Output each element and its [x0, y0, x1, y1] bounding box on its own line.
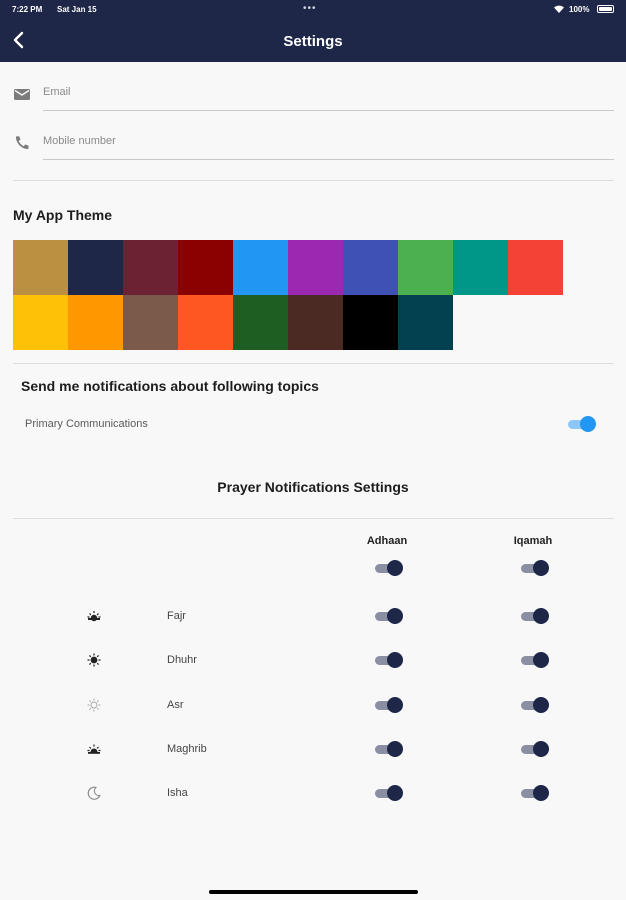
email-field[interactable]: Email — [0, 78, 626, 118]
sun-icon — [86, 652, 102, 668]
theme-swatch[interactable] — [13, 240, 68, 295]
theme-swatch[interactable] — [343, 295, 398, 350]
theme-swatch[interactable] — [288, 295, 343, 350]
sun-outline-icon — [86, 697, 102, 713]
theme-swatch[interactable] — [398, 295, 453, 350]
adhaan-toggle-fajr[interactable] — [373, 608, 403, 624]
iqamah-toggle-fajr[interactable] — [519, 608, 549, 624]
notifications-section-title: Send me notifications about following to… — [21, 378, 319, 394]
email-underline — [43, 110, 614, 111]
mail-icon — [14, 89, 30, 100]
status-time: 7:22 PM — [12, 5, 43, 14]
wifi-icon — [554, 5, 564, 13]
home-indicator — [209, 890, 418, 894]
theme-swatch[interactable] — [288, 240, 343, 295]
prayer-name-maghrib: Maghrib — [167, 743, 207, 755]
adhaan-toggle-maghrib[interactable] — [373, 741, 403, 757]
theme-swatch[interactable] — [178, 295, 233, 350]
page-title: Settings — [283, 33, 343, 50]
sunrise-icon — [86, 608, 102, 624]
iqamah-toggle-maghrib[interactable] — [519, 741, 549, 757]
prayer-name-isha: Isha — [167, 787, 188, 799]
status-date: Sat Jan 15 — [57, 5, 97, 14]
theme-swatch[interactable] — [453, 240, 508, 295]
theme-swatch[interactable] — [398, 240, 453, 295]
theme-swatch[interactable] — [233, 295, 288, 350]
iqamah-toggle-asr[interactable] — [519, 697, 549, 713]
adhaan-all-toggle[interactable] — [373, 560, 403, 576]
divider — [13, 518, 614, 519]
sunset-icon — [86, 741, 102, 757]
theme-swatch[interactable] — [508, 240, 563, 295]
prayer-name-dhuhr: Dhuhr — [167, 654, 197, 666]
status-bar: 7:22 PM Sat Jan 15 ••• 100% — [0, 0, 626, 20]
email-placeholder: Email — [43, 86, 71, 98]
primary-communications-toggle[interactable] — [566, 416, 596, 432]
mobile-underline — [43, 159, 614, 160]
adhaan-toggle-dhuhr[interactable] — [373, 652, 403, 668]
prayer-name-fajr: Fajr — [167, 610, 186, 622]
divider — [13, 180, 614, 181]
mobile-placeholder: Mobile number — [43, 135, 116, 147]
prayer-section-title: Prayer Notifications Settings — [217, 479, 409, 495]
adhaan-toggle-asr[interactable] — [373, 697, 403, 713]
theme-swatch[interactable] — [343, 240, 398, 295]
multitask-dots: ••• — [303, 3, 317, 14]
divider — [13, 363, 614, 364]
theme-swatch[interactable] — [68, 295, 123, 350]
theme-swatch[interactable] — [68, 240, 123, 295]
adhaan-column-header: Adhaan — [366, 535, 408, 547]
theme-swatch[interactable] — [123, 295, 178, 350]
app-bar: Settings — [0, 20, 626, 62]
theme-swatch[interactable] — [123, 240, 178, 295]
iqamah-toggle-dhuhr[interactable] — [519, 652, 549, 668]
iqamah-toggle-isha[interactable] — [519, 785, 549, 801]
theme-swatch[interactable] — [13, 295, 68, 350]
iqamah-all-toggle[interactable] — [519, 560, 549, 576]
battery-percent: 100% — [569, 5, 590, 14]
battery-icon — [597, 5, 614, 13]
mobile-number-field[interactable]: Mobile number — [0, 127, 626, 167]
moon-icon — [86, 785, 102, 801]
prayer-name-asr: Asr — [167, 699, 184, 711]
primary-communications-label: Primary Communications — [25, 418, 148, 430]
theme-section-title: My App Theme — [13, 207, 113, 223]
theme-swatch[interactable] — [178, 240, 233, 295]
phone-icon — [15, 136, 29, 150]
adhaan-toggle-isha[interactable] — [373, 785, 403, 801]
iqamah-column-header: Iqamah — [513, 535, 553, 547]
theme-swatch[interactable] — [233, 240, 288, 295]
